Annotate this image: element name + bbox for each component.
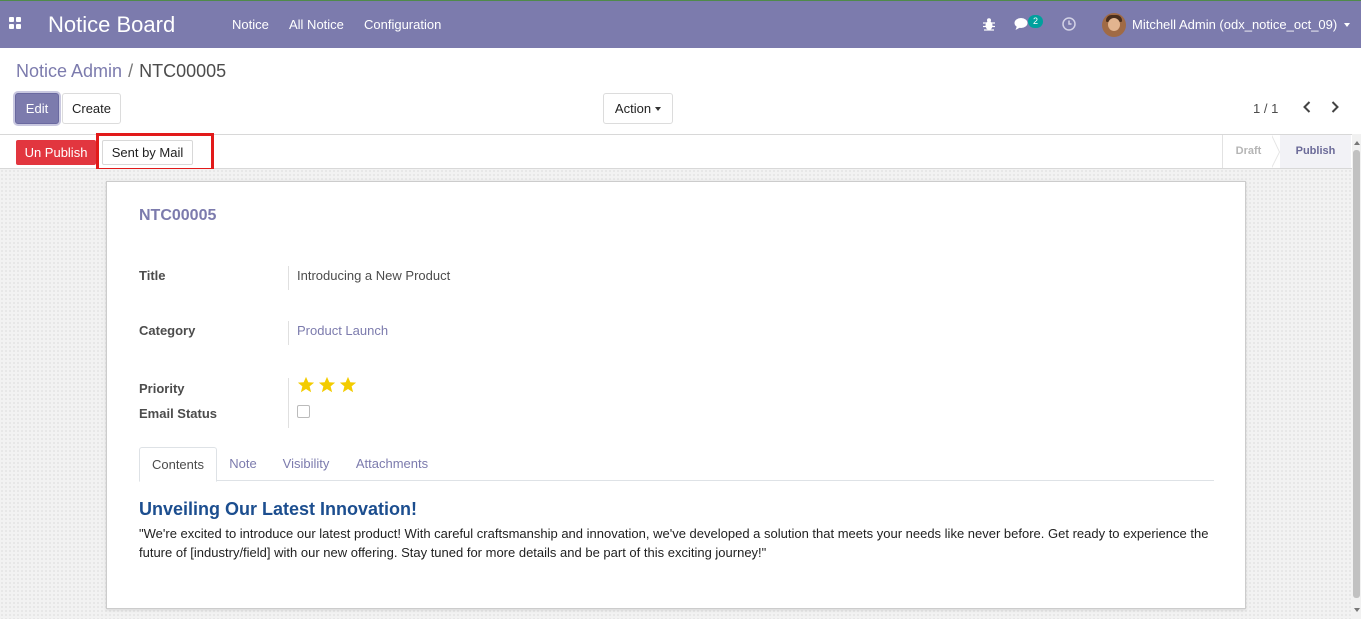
notebook-tabs: Contents Note Visibility Attachments: [139, 447, 1214, 482]
star-icon[interactable]: [297, 376, 315, 394]
content-body: "We're excited to introduce our latest p…: [139, 526, 1209, 560]
stage-draft[interactable]: Draft: [1222, 135, 1274, 168]
chevron-down-icon[interactable]: [1344, 23, 1350, 27]
tab-contents[interactable]: Contents: [139, 447, 217, 482]
scroll-down-icon[interactable]: [1354, 608, 1360, 612]
content-heading: Unveiling Our Latest Innovation!: [139, 499, 418, 519]
top-navbar: Notice Board Notice All Notice Configura…: [0, 0, 1361, 48]
menu-all-notice[interactable]: All Notice: [289, 17, 344, 32]
breadcrumb-parent[interactable]: Notice Admin: [16, 61, 122, 81]
record-name: NTC00005: [139, 207, 217, 224]
field-divider: [288, 266, 289, 290]
menu-notice[interactable]: Notice: [232, 17, 269, 32]
apps-grid-icon[interactable]: [9, 17, 23, 31]
star-icon[interactable]: [339, 376, 357, 394]
menu-configuration[interactable]: Configuration: [364, 17, 441, 32]
star-icon[interactable]: [318, 376, 336, 394]
title-label: Title: [139, 268, 166, 283]
breadcrumb: Notice Admin / NTC00005: [16, 61, 226, 82]
chevron-left-icon[interactable]: [1301, 100, 1313, 114]
email-status-label: Email Status: [139, 406, 218, 421]
status-bar: Un Publish Sent by Mail Draft Publish: [0, 133, 1361, 171]
clock-icon[interactable]: [1062, 17, 1076, 31]
avatar[interactable]: [1102, 13, 1126, 37]
breadcrumb-current: NTC00005: [139, 61, 227, 81]
pager-value[interactable]: 1 / 1: [1253, 101, 1278, 116]
breadcrumb-separator: /: [128, 61, 134, 81]
user-menu[interactable]: Mitchell Admin (odx_notice_oct_09): [1132, 17, 1337, 32]
tab-visibility[interactable]: Visibility: [278, 447, 334, 481]
scroll-up-icon[interactable]: [1354, 141, 1360, 145]
scrollbar-thumb[interactable]: [1353, 150, 1360, 598]
unpublish-button[interactable]: Un Publish: [16, 140, 96, 165]
form-sheet: NTC00005 Title Introducing a New Product…: [106, 181, 1246, 609]
create-button[interactable]: Create: [62, 93, 121, 124]
chat-count-badge: 2: [1028, 15, 1043, 28]
title-value: Introducing a New Product: [297, 268, 451, 283]
category-label: Category: [139, 323, 196, 338]
tab-attachments[interactable]: Attachments: [352, 447, 432, 481]
category-link[interactable]: Product Launch: [297, 323, 388, 338]
field-divider: [288, 321, 289, 345]
action-dropdown[interactable]: Action: [603, 93, 673, 124]
stage-arrow-inner: [1271, 135, 1279, 168]
priority-label: Priority: [139, 381, 185, 396]
stage-publish: Publish: [1280, 135, 1351, 168]
chevron-down-icon: [655, 107, 661, 111]
field-divider: [288, 378, 289, 428]
edit-button[interactable]: Edit: [15, 93, 59, 124]
sent-by-mail-button[interactable]: Sent by Mail: [102, 140, 193, 165]
app-title[interactable]: Notice Board: [48, 12, 175, 38]
action-label: Action: [614, 101, 652, 116]
email-status-checkbox[interactable]: [297, 405, 310, 418]
bug-icon[interactable]: [982, 17, 996, 31]
tab-note[interactable]: Note: [223, 447, 263, 481]
chevron-right-icon[interactable]: [1329, 100, 1341, 114]
